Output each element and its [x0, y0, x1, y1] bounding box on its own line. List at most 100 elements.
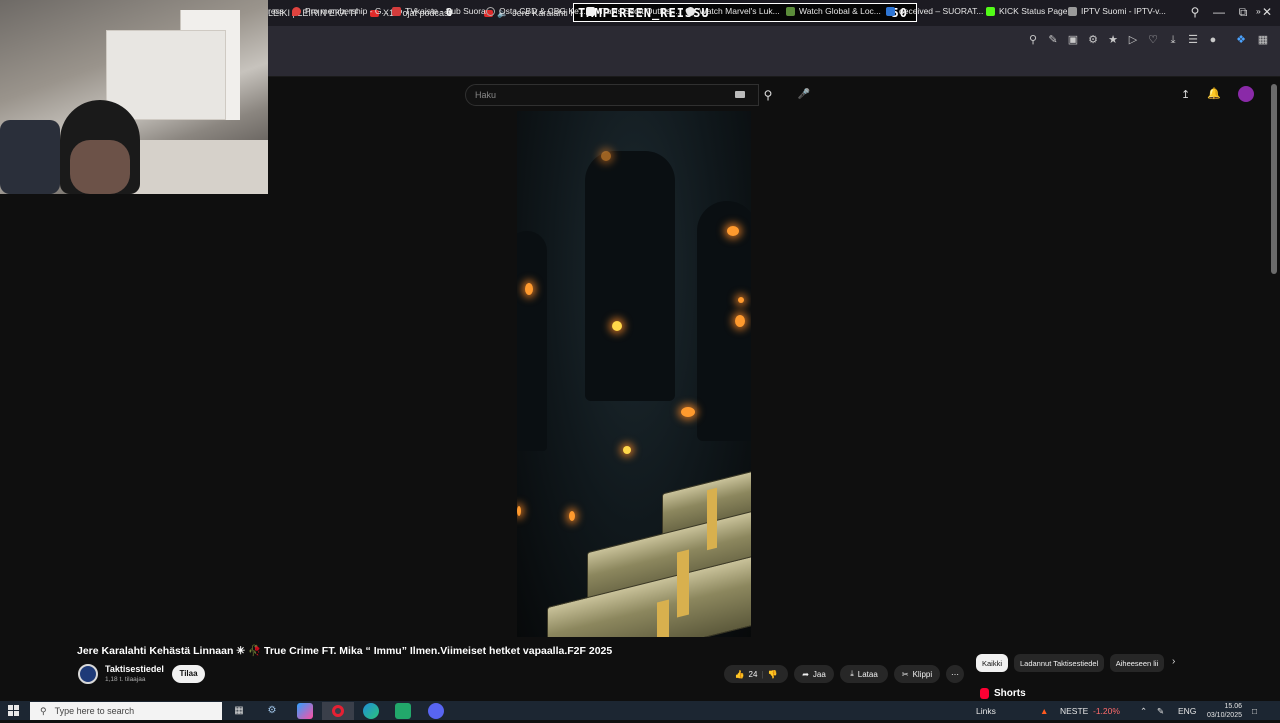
scrollbar[interactable]	[1271, 84, 1277, 274]
chair	[0, 120, 60, 194]
deceived-icon	[886, 6, 895, 16]
ember	[612, 321, 622, 331]
bookmark-item[interactable]: Pro membership - G...	[292, 4, 389, 18]
cube-icon[interactable]: ▦	[1256, 33, 1270, 47]
share-button[interactable]: ➦ Jaa	[794, 665, 834, 683]
play-icon[interactable]: ▷	[1126, 33, 1140, 47]
more-actions-button[interactable]: ⋯	[946, 665, 964, 683]
shorts-heading: Shorts	[980, 688, 1026, 699]
search-icon[interactable]: ⚲	[757, 84, 779, 106]
shorts-label: Shorts	[994, 688, 1026, 699]
settings-icon[interactable]: ⚙	[1086, 33, 1100, 47]
find-icon[interactable]: ⚲	[1026, 33, 1040, 47]
microphone-icon[interactable]: 🎤	[795, 86, 813, 104]
stock-name[interactable]: NESTE	[1060, 706, 1088, 716]
cbd-icon	[486, 6, 495, 16]
account-icon[interactable]: ●	[1206, 33, 1220, 47]
premiere-icon[interactable]	[297, 703, 313, 719]
chip-uploaded-by[interactable]: Ladannut Taktisestiedel	[1014, 654, 1105, 672]
chip-related[interactable]: Aiheeseen lii	[1110, 654, 1164, 672]
watch-global-icon	[786, 6, 795, 16]
download-icon: ⤓	[850, 669, 854, 678]
clock[interactable]: 15.06 03/10/2025	[1200, 702, 1242, 720]
stock-icon: ▲	[1040, 706, 1049, 716]
clip-button[interactable]: ✂ Klippi	[894, 665, 940, 683]
bookmark-item[interactable]: TVkaista - Sub Suora	[392, 4, 486, 18]
heart-icon[interactable]: ♡	[1146, 33, 1160, 47]
channel-avatar[interactable]	[78, 664, 98, 684]
download-icon[interactable]: ⤓	[1166, 33, 1180, 47]
edge-icon[interactable]	[363, 703, 379, 719]
like-icon[interactable]: 👍	[735, 670, 745, 679]
keyboard-icon[interactable]	[735, 91, 745, 98]
camera-icon[interactable]: ▣	[1066, 33, 1080, 47]
channel-name[interactable]: Taktisestiedel	[105, 664, 164, 674]
bookmark-item[interactable]: ress	[268, 4, 284, 18]
bookmark-item[interactable]: Travis Scott Outfits,...	[586, 4, 680, 18]
bookmark-item[interactable]: IPTV Suomi - IPTV-v...	[1068, 4, 1166, 18]
search-tabs-icon[interactable]: ⚲	[1188, 5, 1202, 19]
download-button[interactable]: ⤓ Lataa	[840, 665, 888, 683]
like-count[interactable]: 24	[749, 670, 758, 679]
search-input[interactable]: Haku	[465, 84, 759, 106]
ember	[738, 297, 744, 303]
restore-icon[interactable]: ⧉	[1236, 5, 1250, 19]
ember	[623, 446, 631, 454]
money-band	[707, 487, 717, 551]
subscribe-button[interactable]: Tilaa	[172, 665, 205, 683]
minimize-icon[interactable]: —	[1212, 5, 1226, 19]
create-icon[interactable]: ↥	[1181, 88, 1190, 101]
avatar[interactable]	[1238, 86, 1254, 102]
travis-icon	[586, 6, 595, 16]
clip-label: Klippi	[912, 669, 933, 679]
dislike-icon[interactable]: 👎	[767, 670, 777, 679]
ember	[517, 506, 521, 516]
subscriber-count: 1,18 t. tilaajaa	[105, 676, 146, 683]
bookmark-item[interactable]: KICK Status Page	[986, 4, 1068, 18]
pin-icon	[292, 6, 301, 16]
chevron-right-icon[interactable]: ›	[1172, 656, 1175, 667]
bookmarks-overflow-icon[interactable]: »	[1256, 4, 1261, 18]
windows-start-icon[interactable]	[8, 705, 20, 717]
ai-extension-icon[interactable]: ❖	[1234, 33, 1248, 47]
discord-icon[interactable]	[428, 703, 444, 719]
opera-icon	[332, 705, 344, 717]
ember	[525, 283, 533, 295]
extension-icon[interactable]: ★	[1106, 33, 1120, 47]
language-indicator[interactable]: ENG	[1178, 706, 1196, 716]
video-title: Jere Karalahti Kehästä Linnaan ✳ 🥀 True …	[77, 645, 613, 657]
bookmark-label: Watch Global & Loc...	[799, 6, 881, 16]
links-toolbar[interactable]: Links	[976, 706, 996, 716]
bookmark-item[interactable]: Watch Global & Loc...	[786, 4, 881, 18]
notifications-center-icon[interactable]: □	[1252, 706, 1257, 716]
stock-change: -1.20%	[1093, 706, 1120, 716]
bookmark-item[interactable]: Osta CBD & CBG Ke...	[486, 4, 586, 18]
clock-time: 15.06	[1224, 703, 1242, 710]
ember	[601, 151, 611, 161]
tray-chevron-icon[interactable]: ⌃	[1140, 706, 1147, 717]
money-band	[657, 599, 669, 637]
bookmark-item[interactable]: deceived – SUORAT...	[886, 4, 983, 18]
network-icon[interactable]: ✎	[1157, 706, 1164, 717]
task-view-icon[interactable]: ▦	[231, 703, 247, 719]
kitchen-counter	[120, 140, 268, 194]
like-dislike-group: 👍 24 | 👎	[724, 665, 788, 683]
scissors-icon: ✂	[901, 669, 909, 679]
silhouette	[585, 151, 675, 401]
taskbar-search-input[interactable]: ⚲ Type here to search	[30, 702, 222, 720]
edit-icon[interactable]: ✎	[1046, 33, 1060, 47]
steam-icon[interactable]: ⚙	[264, 703, 280, 719]
bookmark-label: ress	[268, 6, 285, 16]
ember	[569, 511, 575, 521]
close-icon[interactable]: ✕	[1260, 5, 1274, 19]
bookmark-item[interactable]: Watch Marvel's Luk...	[686, 4, 780, 18]
bookmark-label: Pro membership - G...	[305, 6, 389, 16]
app-icon[interactable]	[395, 703, 411, 719]
bookmark-label: Osta CBD & CBG Ke...	[499, 6, 586, 16]
notifications-icon[interactable]: 🔔	[1207, 87, 1221, 100]
menu-icon[interactable]: ☰	[1186, 33, 1200, 47]
opera-taskbar-item[interactable]	[322, 702, 354, 720]
chip-all[interactable]: Kaikki	[976, 654, 1009, 672]
video-player[interactable]	[517, 111, 751, 637]
search-icon: ⚲	[40, 705, 47, 716]
